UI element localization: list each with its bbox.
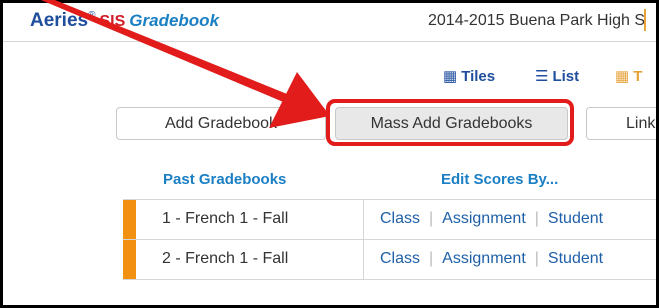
screenshot-frame: Aeries® SIS Gradebook 2014-2015 Buena Park…	[0, 0, 659, 308]
link-divider: |	[534, 210, 539, 227]
gradebook-color-swatch	[123, 200, 136, 239]
view-tiles-label: Tiles	[461, 68, 496, 85]
table-row: 2 - French 1 - Fall Class | Assignment | Stu…	[123, 240, 656, 280]
gradebook-table: Past Gradebooks Edit Scores By... 1 - Fr…	[123, 161, 656, 280]
table-row: 1 - French 1 - Fall Class | Assignment | Stu…	[123, 200, 656, 240]
view-tiles-button[interactable]: ▦ Tiles	[443, 67, 495, 85]
gradebook-name[interactable]: 2 - French 1 - Fall	[162, 250, 288, 268]
add-gradebook-button[interactable]: Add Gradebook	[116, 107, 326, 140]
brand-aeries: Aeries	[30, 10, 89, 31]
table-icon: ▦	[615, 68, 630, 85]
link-divider: |	[534, 250, 539, 267]
column-header-edit-scores: Edit Scores By...	[441, 171, 559, 188]
link-button[interactable]: Link	[586, 107, 656, 140]
edit-scores-links: Class | Assignment | Student	[380, 250, 603, 268]
view-list-button[interactable]: ☰ List	[535, 67, 579, 85]
link-divider: |	[429, 250, 434, 267]
brand-sis: SIS	[99, 13, 126, 30]
highlight-box	[326, 99, 574, 146]
edit-by-student-link[interactable]: Student	[548, 250, 603, 267]
gradebook-color-swatch	[123, 240, 136, 279]
edit-scores-links: Class | Assignment | Student	[380, 210, 603, 228]
edit-by-class-link[interactable]: Class	[380, 250, 420, 267]
school-year-selector[interactable]: 2014-2015 Buena Park High S	[428, 12, 645, 30]
edit-by-assignment-link[interactable]: Assignment	[442, 210, 526, 227]
grid-icon: ▦	[443, 68, 458, 85]
view-table-label: T	[633, 68, 643, 85]
app-logo[interactable]: Aeries® SIS Gradebook	[30, 10, 219, 32]
edit-by-student-link[interactable]: Student	[548, 210, 603, 227]
column-divider	[363, 240, 364, 279]
view-table-button[interactable]: ▦ T	[615, 67, 642, 85]
brand-gradebook: Gradebook	[129, 11, 220, 30]
edit-by-assignment-link[interactable]: Assignment	[442, 250, 526, 267]
link-divider: |	[429, 210, 434, 227]
column-divider	[363, 200, 364, 239]
view-list-label: List	[552, 68, 580, 85]
table-header: Past Gradebooks Edit Scores By...	[123, 161, 656, 200]
top-bar: Aeries® SIS Gradebook 2014-2015 Buena Park…	[3, 3, 656, 42]
brand-registered: ®	[88, 10, 96, 21]
list-icon: ☰	[535, 68, 549, 85]
edit-by-class-link[interactable]: Class	[380, 210, 420, 227]
column-header-past-gradebooks: Past Gradebooks	[163, 171, 287, 188]
school-accent-bar	[644, 9, 656, 31]
gradebook-name[interactable]: 1 - French 1 - Fall	[162, 210, 288, 228]
